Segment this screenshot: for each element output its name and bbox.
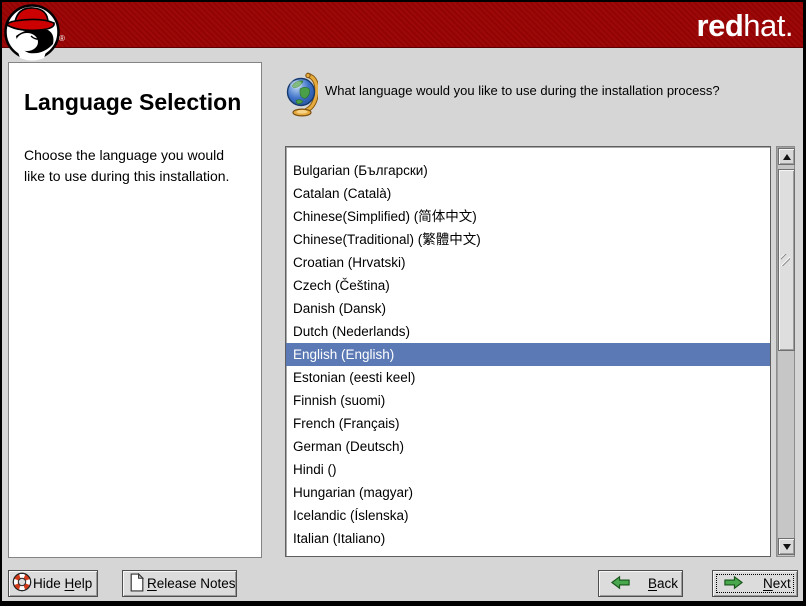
scroll-down-button[interactable]	[778, 538, 795, 555]
arrow-left-icon	[610, 575, 631, 593]
scrollbar-grip	[781, 254, 790, 266]
back-label: Back	[648, 576, 678, 591]
document-icon	[129, 573, 145, 595]
language-option[interactable]: Catalan (Català)	[286, 182, 770, 205]
language-option[interactable]: French (Français)	[286, 412, 770, 435]
hide-help-label: Hide Help	[33, 576, 92, 591]
registered-trademark: ®	[59, 34, 65, 43]
language-list-scrollbar[interactable]	[776, 146, 795, 557]
next-button[interactable]: Next	[712, 570, 798, 597]
next-label: Next	[763, 576, 791, 591]
globe-icon	[286, 72, 318, 117]
language-option[interactable]: Danish (Dansk)	[286, 297, 770, 320]
language-option[interactable]: Chinese(Simplified) (简体中文)	[286, 205, 770, 228]
triangle-down-icon	[783, 544, 791, 550]
language-option[interactable]: Chinese(Traditional) (繁體中文)	[286, 228, 770, 251]
installer-window: ® redhat. Language Selection Choose the …	[2, 2, 803, 601]
language-option[interactable]: Czech (Čeština)	[286, 274, 770, 297]
language-option[interactable]: Italian (Italiano)	[286, 527, 770, 550]
language-list[interactable]: Bulgarian (Български)Catalan (Català)Chi…	[285, 146, 771, 557]
release-notes-label: Release Notes	[147, 576, 236, 591]
redhat-shadowman-logo-icon	[3, 3, 61, 61]
hide-help-button[interactable]: Hide Help	[8, 570, 98, 597]
triangle-up-icon	[783, 154, 791, 160]
language-option[interactable]: Hindi ()	[286, 458, 770, 481]
header-banner	[2, 2, 803, 48]
page-title: Language Selection	[24, 89, 246, 116]
release-notes-button[interactable]: Release Notes	[122, 570, 237, 597]
logotype-hat: hat.	[743, 8, 793, 43]
language-option[interactable]: Finnish (suomi)	[286, 389, 770, 412]
language-option[interactable]: Croatian (Hrvatski)	[286, 251, 770, 274]
scrollbar-thumb[interactable]	[778, 169, 795, 351]
help-text: Choose the language you would like to us…	[24, 145, 246, 187]
scroll-up-button[interactable]	[778, 148, 795, 165]
help-panel: Language Selection Choose the language y…	[8, 62, 262, 558]
back-button[interactable]: Back	[598, 570, 683, 597]
language-option[interactable]: English (English)	[286, 343, 770, 366]
language-option[interactable]: Hungarian (magyar)	[286, 481, 770, 504]
language-option[interactable]: Dutch (Nederlands)	[286, 320, 770, 343]
redhat-logotype: redhat.	[697, 8, 793, 44]
language-option[interactable]: German (Deutsch)	[286, 435, 770, 458]
logotype-red: red	[697, 8, 744, 43]
language-option[interactable]: Icelandic (Íslenska)	[286, 504, 770, 527]
life-preserver-icon	[12, 572, 32, 595]
language-option[interactable]: Bulgarian (Български)	[286, 159, 770, 182]
arrow-right-icon	[723, 575, 744, 593]
language-option[interactable]: Estonian (eesti keel)	[286, 366, 770, 389]
question-text: What language would you like to use duri…	[325, 82, 720, 100]
